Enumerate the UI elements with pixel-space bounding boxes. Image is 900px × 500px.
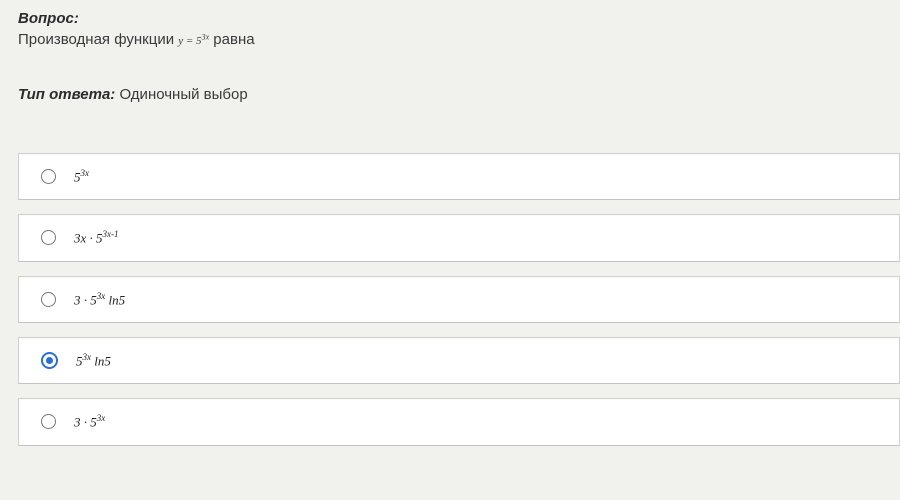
answer-type-value: Одиночный выбор xyxy=(119,86,247,103)
option-row[interactable]: 3 · 53x ln5 xyxy=(18,276,900,323)
question-label: Вопрос: xyxy=(18,10,900,27)
option-label: 3 · 53x xyxy=(74,413,105,430)
quiz-page: Вопрос: Производная функции y = 53x равн… xyxy=(0,0,900,446)
option-row[interactable]: 3 · 53x xyxy=(18,398,900,445)
radio-button[interactable] xyxy=(41,414,56,429)
question-text: Производная функции y = 53x равна xyxy=(18,31,900,48)
option-label: 53x xyxy=(74,168,89,185)
answer-type-label: Тип ответа: xyxy=(18,86,115,103)
radio-dot-icon xyxy=(46,357,53,364)
option-label: 53x ln5 xyxy=(76,352,111,369)
radio-button[interactable] xyxy=(41,292,56,307)
option-row[interactable]: 53x ln5 xyxy=(18,337,900,384)
option-label: 3 · 53x ln5 xyxy=(74,291,125,308)
radio-button[interactable] xyxy=(41,230,56,245)
options-list: 53x 3x · 53x-1 3 · 53x ln5 53x ln5 3 · 53x xyxy=(18,153,900,446)
answer-type-row: Тип ответа: Одиночный выбор xyxy=(18,86,900,103)
option-row[interactable]: 3x · 53x-1 xyxy=(18,214,900,261)
question-text-before: Производная функции xyxy=(18,31,178,48)
option-row[interactable]: 53x xyxy=(18,153,900,200)
question-formula: y = 53x xyxy=(178,35,209,47)
radio-button[interactable] xyxy=(41,352,58,369)
option-label: 3x · 53x-1 xyxy=(74,229,119,246)
radio-button[interactable] xyxy=(41,169,56,184)
question-text-after: равна xyxy=(213,31,254,48)
